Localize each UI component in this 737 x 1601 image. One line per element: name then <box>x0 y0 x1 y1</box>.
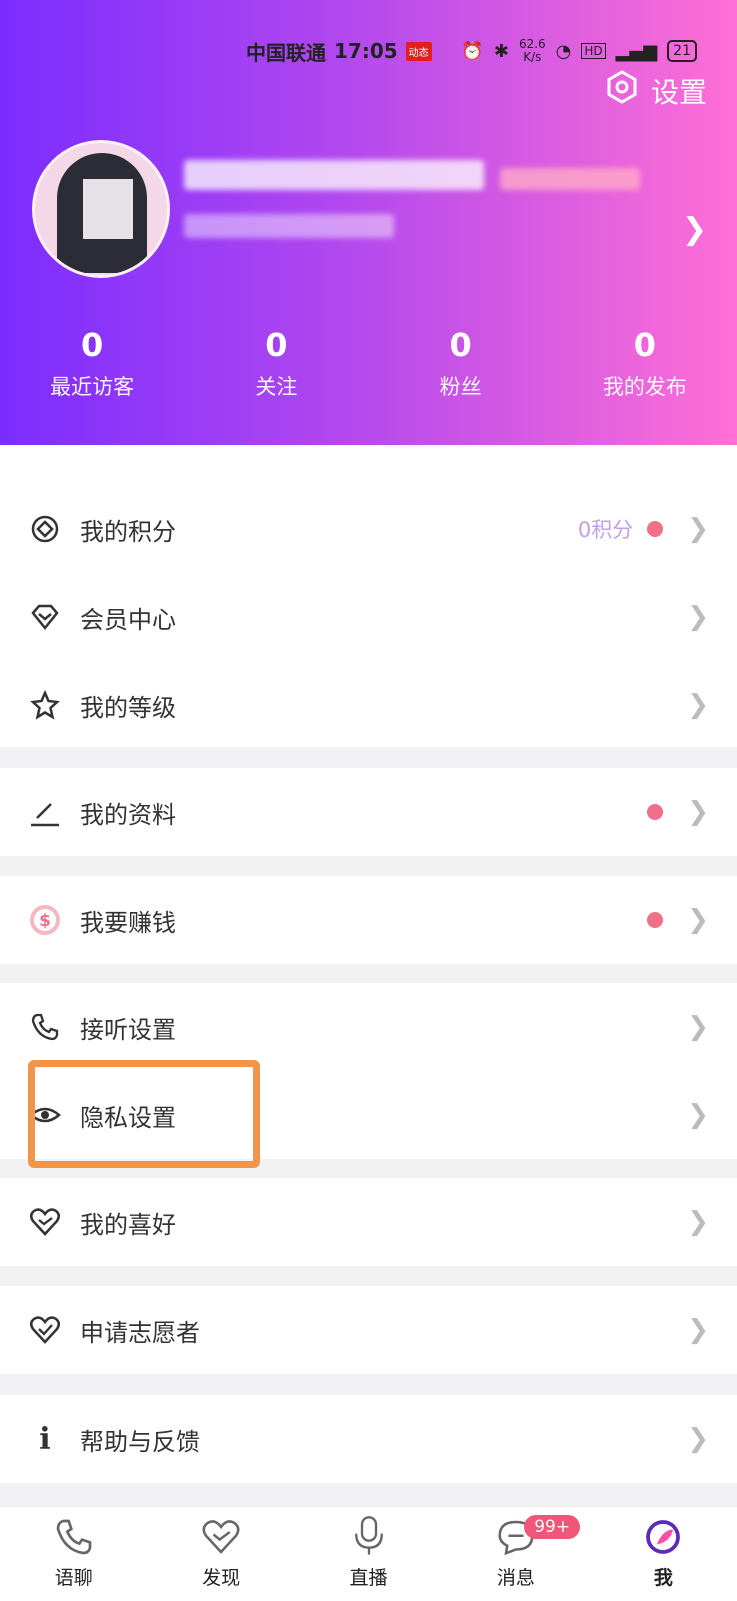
clock: 17:05 <box>334 39 398 63</box>
heart-icon <box>28 1205 62 1239</box>
settings-label: 设置 <box>650 75 707 109</box>
menu-card-earn: $ 我要赚钱 ❯ <box>0 876 737 964</box>
tab-messages[interactable]: 消息 99+ <box>442 1507 589 1601</box>
tab-me[interactable]: 我 <box>590 1507 737 1601</box>
hd-icon: HD <box>581 43 606 59</box>
status-icons: ⏰ ✱ 62.6 K/s ◔ HD ▂▄▆ 21 <box>461 38 697 64</box>
stat-following[interactable]: 0 关注 <box>184 325 368 401</box>
menu-card-account: 我的积分 0积分 ❯ 会员中心 ❯ 我的等级 ❯ <box>0 445 737 747</box>
heart-icon <box>147 1507 294 1557</box>
messages-badge: 99+ <box>524 1515 581 1539</box>
avatar[interactable] <box>32 140 170 278</box>
profile-icon <box>590 1507 737 1557</box>
stats-row: 0 最近访客 0 关注 0 粉丝 0 我的发布 <box>0 325 737 401</box>
user-tag-blurred <box>500 168 640 190</box>
wifi-icon: ◔ <box>555 40 572 62</box>
profile-header: 中国联通 17:05 动态 ⏰ ✱ 62.6 K/s ◔ HD ▂▄▆ 21 设置… <box>0 0 737 445</box>
notification-dot <box>647 521 664 537</box>
chevron-right-icon: ❯ <box>687 905 709 935</box>
menu-item-level[interactable]: 我的等级 ❯ <box>0 661 737 749</box>
username-blurred <box>184 160 484 190</box>
diamond-icon <box>28 600 62 634</box>
gear-icon <box>605 70 639 111</box>
menu-item-points[interactable]: 我的积分 0积分 ❯ <box>0 485 737 573</box>
stat-posts[interactable]: 0 我的发布 <box>553 325 737 401</box>
tab-discover[interactable]: 发现 <box>147 1507 294 1601</box>
carrier: 中国联通 <box>246 40 326 65</box>
menu-item-my-profile[interactable]: 我的资料 ❯ <box>0 768 737 856</box>
notification-tag: 动态 <box>405 41 432 61</box>
highlight-box <box>28 1060 260 1168</box>
chevron-right-icon: ❯ <box>687 1100 709 1130</box>
phone-icon <box>0 1507 147 1557</box>
battery-indicator: 21 <box>667 40 697 62</box>
chevron-right-icon: ❯ <box>687 690 709 720</box>
phone-icon <box>28 1010 62 1044</box>
heart-check-icon <box>28 1313 62 1347</box>
signal-icon: ▂▄▆ <box>615 40 658 62</box>
svg-text:$: $ <box>39 911 51 931</box>
profile-chevron-icon[interactable]: ❯ <box>682 212 707 247</box>
edit-icon <box>28 795 62 829</box>
chevron-right-icon: ❯ <box>687 797 709 827</box>
menu-item-earn-money[interactable]: $ 我要赚钱 ❯ <box>0 876 737 964</box>
settings-button[interactable]: 设置 <box>605 70 707 111</box>
bluetooth-icon: ✱ <box>493 40 509 62</box>
alarm-icon: ⏰ <box>461 40 484 62</box>
star-badge-icon <box>28 688 62 722</box>
status-bar: 中国联通 17:05 动态 ⏰ ✱ 62.6 K/s ◔ HD ▂▄▆ 21 <box>246 36 697 66</box>
menu-card-preferences: 我的喜好 ❯ <box>0 1178 737 1266</box>
stat-fans[interactable]: 0 粉丝 <box>369 325 553 401</box>
points-value: 0积分 <box>577 518 634 542</box>
chevron-right-icon: ❯ <box>687 514 709 544</box>
user-id-blurred <box>184 214 394 238</box>
chevron-right-icon: ❯ <box>687 1315 709 1345</box>
tab-live[interactable]: 直播 <box>295 1507 442 1601</box>
tab-voice-chat[interactable]: 语聊 <box>0 1507 147 1601</box>
bottom-tab-bar: 语聊 发现 直播 消息 99+ 我 <box>0 1506 737 1601</box>
stat-visitors[interactable]: 0 最近访客 <box>0 325 184 401</box>
chevron-right-icon: ❯ <box>687 602 709 632</box>
menu-item-preferences[interactable]: 我的喜好 ❯ <box>0 1178 737 1266</box>
chevron-right-icon: ❯ <box>687 1424 709 1454</box>
menu-item-help-feedback[interactable]: i 帮助与反馈 ❯ <box>0 1395 737 1483</box>
chevron-right-icon: ❯ <box>687 1012 709 1042</box>
dollar-icon: $ <box>28 903 62 937</box>
menu-card-profile: 我的资料 ❯ <box>0 768 737 856</box>
points-icon <box>28 512 62 546</box>
menu-card-help: i 帮助与反馈 ❯ <box>0 1395 737 1483</box>
chevron-right-icon: ❯ <box>687 1207 709 1237</box>
menu-card-volunteer: 申请志愿者 ❯ <box>0 1286 737 1374</box>
notification-dot <box>647 804 664 820</box>
microphone-icon <box>295 1507 442 1557</box>
notification-dot <box>647 912 664 928</box>
menu-item-vip-center[interactable]: 会员中心 ❯ <box>0 573 737 661</box>
menu-item-call-settings[interactable]: 接听设置 ❯ <box>0 983 737 1071</box>
network-speed: 62.6 K/s <box>518 37 546 64</box>
menu-item-volunteer[interactable]: 申请志愿者 ❯ <box>0 1286 737 1374</box>
info-icon: i <box>39 1421 51 1457</box>
